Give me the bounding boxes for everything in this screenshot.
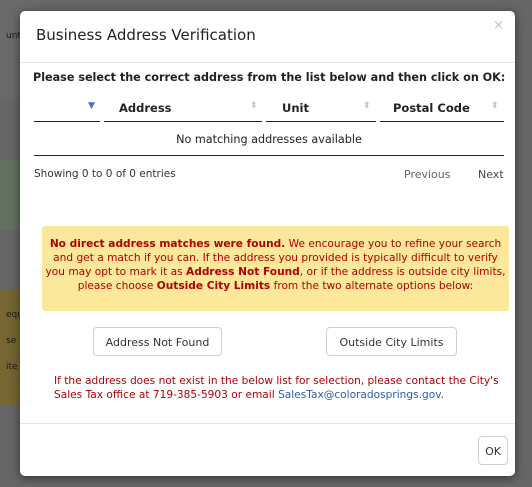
address-not-found-button[interactable]: Address Not Found — [93, 327, 222, 356]
contact-note: If the address does not exist in the bel… — [54, 375, 499, 401]
sort-icon: ⬍ — [491, 101, 499, 111]
email-link[interactable]: SalesTax@coloradosprings.gov — [278, 389, 441, 401]
backdrop-text: ite — [6, 362, 18, 372]
warning-lead: No direct address matches were found. — [49, 238, 286, 250]
outside-city-limits-button[interactable]: Outside City Limits — [326, 327, 457, 356]
instruction-text: Please select the correct address from t… — [33, 71, 506, 84]
sort-desc-icon: ▼ — [88, 101, 95, 111]
table-header: ▼ Address ⬍ Unit ⬍ Postal Code ⬍ — [34, 93, 504, 123]
dialog-footer — [20, 423, 515, 476]
no-match-warning: No direct address matches were found. We… — [42, 226, 509, 311]
column-header-address[interactable]: Address ⬍ — [104, 93, 262, 122]
column-header-unit[interactable]: Unit ⬍ — [266, 93, 376, 122]
address-verification-dialog: Business Address Verification × Please s… — [20, 11, 515, 476]
pager-previous[interactable]: Previous — [404, 168, 451, 181]
column-header-select[interactable]: ▼ — [34, 93, 100, 122]
column-header-postal-code[interactable]: Postal Code ⬍ — [380, 93, 504, 122]
dialog-title: Business Address Verification — [36, 26, 256, 44]
ok-button[interactable]: OK — [478, 436, 508, 465]
sort-icon: ⬍ — [363, 101, 371, 111]
close-icon[interactable]: × — [493, 18, 504, 33]
backdrop-text: se — [6, 336, 17, 346]
sort-icon: ⬍ — [250, 101, 258, 111]
dialog-header: Business Address Verification × — [20, 11, 515, 63]
backdrop-text: unt — [6, 31, 21, 41]
table-info: Showing 0 to 0 of 0 entries — [34, 168, 176, 180]
pager-next[interactable]: Next — [478, 168, 504, 181]
table-empty-row: No matching addresses available — [34, 125, 504, 156]
